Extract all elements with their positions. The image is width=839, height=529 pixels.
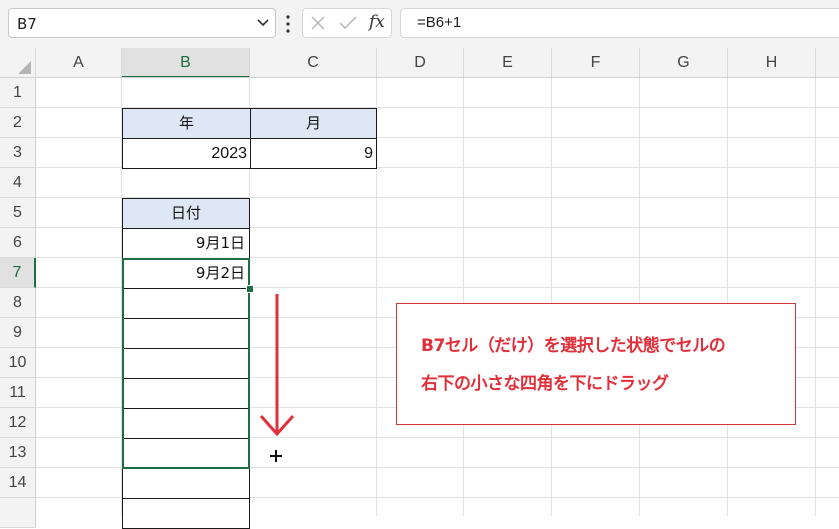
row-header-13[interactable]: 13 [0, 438, 36, 468]
row-header-11[interactable]: 11 [0, 378, 36, 408]
row-header-8[interactable]: 8 [0, 288, 36, 318]
drag-down-arrow-icon [259, 294, 295, 437]
column-header-g[interactable]: G [640, 48, 728, 78]
selection-range [122, 258, 250, 469]
row-header-9[interactable]: 9 [0, 318, 36, 348]
cell-b5-date-header[interactable]: 日付 [122, 198, 250, 229]
check-icon[interactable] [339, 16, 357, 30]
column-header-e[interactable]: E [464, 48, 552, 78]
annotation-box: B7セル（だけ）を選択した状態でセルの 右下の小さな四角を下にドラッグ [396, 303, 796, 425]
formula-value: =B6+1 [417, 14, 462, 31]
row-header-14[interactable]: 14 [0, 468, 36, 498]
cell-c3-month[interactable]: 9 [250, 138, 377, 169]
row-header-5[interactable]: 5 [0, 198, 36, 228]
cell-b14[interactable] [122, 468, 250, 499]
name-box[interactable]: B7 [8, 8, 276, 38]
cancel-icon[interactable] [311, 16, 325, 30]
crosshair-cursor-icon [270, 450, 282, 462]
cell-b2-year-header[interactable]: 年 [122, 108, 251, 139]
row-header-3[interactable]: 3 [0, 138, 36, 168]
fill-handle[interactable] [246, 285, 254, 293]
cell-b3-year[interactable]: 2023 [122, 138, 251, 169]
row-header-4[interactable]: 4 [0, 168, 36, 198]
column-header-a[interactable]: A [36, 48, 122, 78]
row-header-1[interactable]: 1 [0, 78, 36, 108]
annotation-line-2: 右下の小さな四角を下にドラッグ [421, 374, 669, 394]
formula-bar: B7 fx =B6+1 [0, 0, 839, 48]
header-divider [0, 77, 839, 78]
insert-function-icon[interactable]: fx [369, 12, 385, 32]
column-header-f[interactable]: F [552, 48, 640, 78]
row-header-15-partial[interactable] [0, 498, 36, 528]
select-all-triangle-icon [18, 61, 31, 74]
column-header-i-partial[interactable] [816, 48, 839, 78]
cell-b15-partial[interactable] [122, 498, 250, 529]
row-header-10[interactable]: 10 [0, 348, 36, 378]
column-header-c[interactable]: C [250, 48, 377, 78]
row-header-12[interactable]: 12 [0, 408, 36, 438]
row-header-6[interactable]: 6 [0, 228, 36, 258]
formula-input[interactable]: =B6+1 [400, 8, 839, 38]
select-all-button[interactable] [0, 48, 36, 78]
annotation-line-1: B7セル（だけ）を選択した状態でセルの [421, 336, 726, 356]
formula-buttons: fx [302, 8, 392, 38]
column-header-d[interactable]: D [377, 48, 464, 78]
chevron-down-icon[interactable] [257, 18, 269, 28]
more-options-icon[interactable] [286, 14, 290, 34]
row-header-7[interactable]: 7 [0, 258, 36, 288]
cell-c2-month-header[interactable]: 月 [250, 108, 377, 139]
cell-b6-date[interactable]: 9月1日 [122, 228, 250, 259]
column-header-b[interactable]: B [122, 48, 250, 78]
name-box-value: B7 [17, 15, 37, 33]
row-header-2[interactable]: 2 [0, 108, 36, 138]
column-header-h[interactable]: H [728, 48, 816, 78]
